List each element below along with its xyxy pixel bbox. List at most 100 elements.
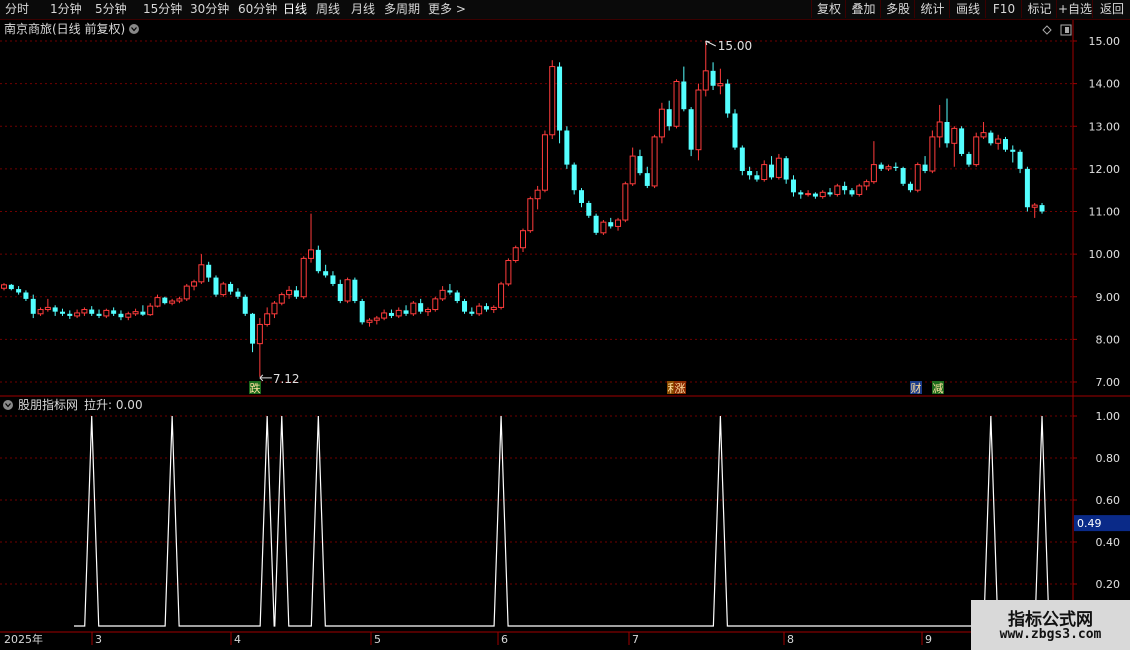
candle-body <box>615 219 622 227</box>
candle-body <box>819 191 826 198</box>
candle-body <box>541 134 548 191</box>
candle-body <box>783 158 789 180</box>
candle-body <box>980 132 987 138</box>
candle-body <box>878 164 884 169</box>
candle-body <box>300 257 307 298</box>
candle-body <box>739 147 745 172</box>
indicator-ytick-label: 0.80 <box>1096 452 1121 465</box>
main-panel <box>0 20 1130 395</box>
candle-body <box>74 312 81 317</box>
candle-body <box>140 311 146 315</box>
main-ytick-label: 9.00 <box>1096 291 1121 304</box>
candle-body <box>154 297 161 307</box>
candle-body <box>89 309 95 314</box>
candle-body <box>622 183 629 221</box>
event-badge-label: 涨 <box>675 382 686 395</box>
candle-body <box>856 185 863 195</box>
main-ytick-label: 14.00 <box>1089 78 1121 91</box>
candle-body <box>213 277 219 295</box>
main-ytick-label: 10.00 <box>1089 248 1121 261</box>
candle-body <box>520 230 527 249</box>
candle-body <box>747 171 753 176</box>
candle-body <box>754 175 760 180</box>
candle-body <box>608 222 614 227</box>
candle-body <box>966 153 972 165</box>
event-badge-label: 减 <box>933 382 944 395</box>
current-value-label: 0.49 <box>1077 517 1102 530</box>
candle-body <box>395 309 402 317</box>
main-ytick-label: 11.00 <box>1089 206 1121 219</box>
candle-body <box>37 309 44 315</box>
candle-body <box>973 136 980 166</box>
candle-body <box>176 298 183 302</box>
candle-body <box>30 298 36 314</box>
candle-body <box>424 309 431 313</box>
candle-body <box>805 193 812 196</box>
candle-body <box>147 305 154 316</box>
candle-body <box>323 271 329 276</box>
main-ytick-label: 8.00 <box>1096 333 1121 346</box>
indicator-ytick-label: 0.20 <box>1096 578 1121 591</box>
candle-body <box>681 81 687 110</box>
candle-body <box>593 215 599 233</box>
main-ytick-label: 15.00 <box>1089 35 1121 48</box>
candle-body <box>483 306 489 310</box>
candle-body <box>96 313 102 316</box>
candle-body <box>578 190 584 203</box>
candle-body <box>439 289 446 300</box>
indicator-dropdown-icon[interactable] <box>3 400 13 410</box>
candle-body <box>505 260 512 285</box>
candle-body <box>710 70 716 86</box>
low-price-label: 7.12 <box>273 372 300 386</box>
candle-body <box>81 309 88 314</box>
candle-body <box>8 284 14 290</box>
indicator-line <box>74 415 1050 627</box>
candle-body <box>944 121 950 144</box>
candle-body <box>256 323 263 345</box>
candle-body <box>936 121 943 138</box>
candle-body <box>959 128 965 154</box>
panel-toggle-inner <box>1065 27 1069 33</box>
candle-body <box>637 156 643 174</box>
candle-body <box>366 319 373 323</box>
candle-body <box>337 283 343 302</box>
indicator-title: 股朋指标网 <box>18 397 78 412</box>
candle-body <box>564 130 570 165</box>
x-axis-label: 7 <box>632 633 639 646</box>
candle-body <box>454 292 460 302</box>
candle-body <box>761 164 768 181</box>
candle-body <box>476 305 483 315</box>
candle-body <box>557 66 563 131</box>
candle-body <box>228 283 234 292</box>
candle-body <box>111 310 117 314</box>
candle-body <box>220 283 227 296</box>
candle-body <box>900 168 906 184</box>
candle-body <box>798 192 804 195</box>
candle-body <box>250 313 256 344</box>
candle-body <box>271 302 278 315</box>
title-dropdown-icon[interactable] <box>129 24 139 34</box>
high-price-label: 15.00 <box>718 39 752 53</box>
candle-body <box>315 249 321 272</box>
main-ytick-label: 12.00 <box>1089 163 1121 176</box>
watermark-url: www.zbgs3.com <box>999 627 1102 642</box>
candle-body <box>732 113 738 148</box>
candle-body <box>1031 204 1038 208</box>
candle-body <box>702 70 709 91</box>
candle-body <box>52 307 58 312</box>
candle-body <box>769 164 775 178</box>
candle-body <box>790 179 796 193</box>
candle-body <box>988 132 994 144</box>
candle-body <box>447 290 453 293</box>
x-axis-label: 3 <box>95 633 102 646</box>
candle-body <box>264 313 271 325</box>
candle-body <box>206 264 212 278</box>
candle-body <box>849 190 855 195</box>
x-axis-label: 2025年 <box>4 632 43 646</box>
candle-body <box>629 155 636 185</box>
candle-body <box>308 249 315 259</box>
x-axis-label: 9 <box>925 633 932 646</box>
watermark: 指标公式网 www.zbgs3.com <box>971 600 1130 650</box>
candle-body <box>359 301 365 323</box>
candle-body <box>286 289 293 296</box>
